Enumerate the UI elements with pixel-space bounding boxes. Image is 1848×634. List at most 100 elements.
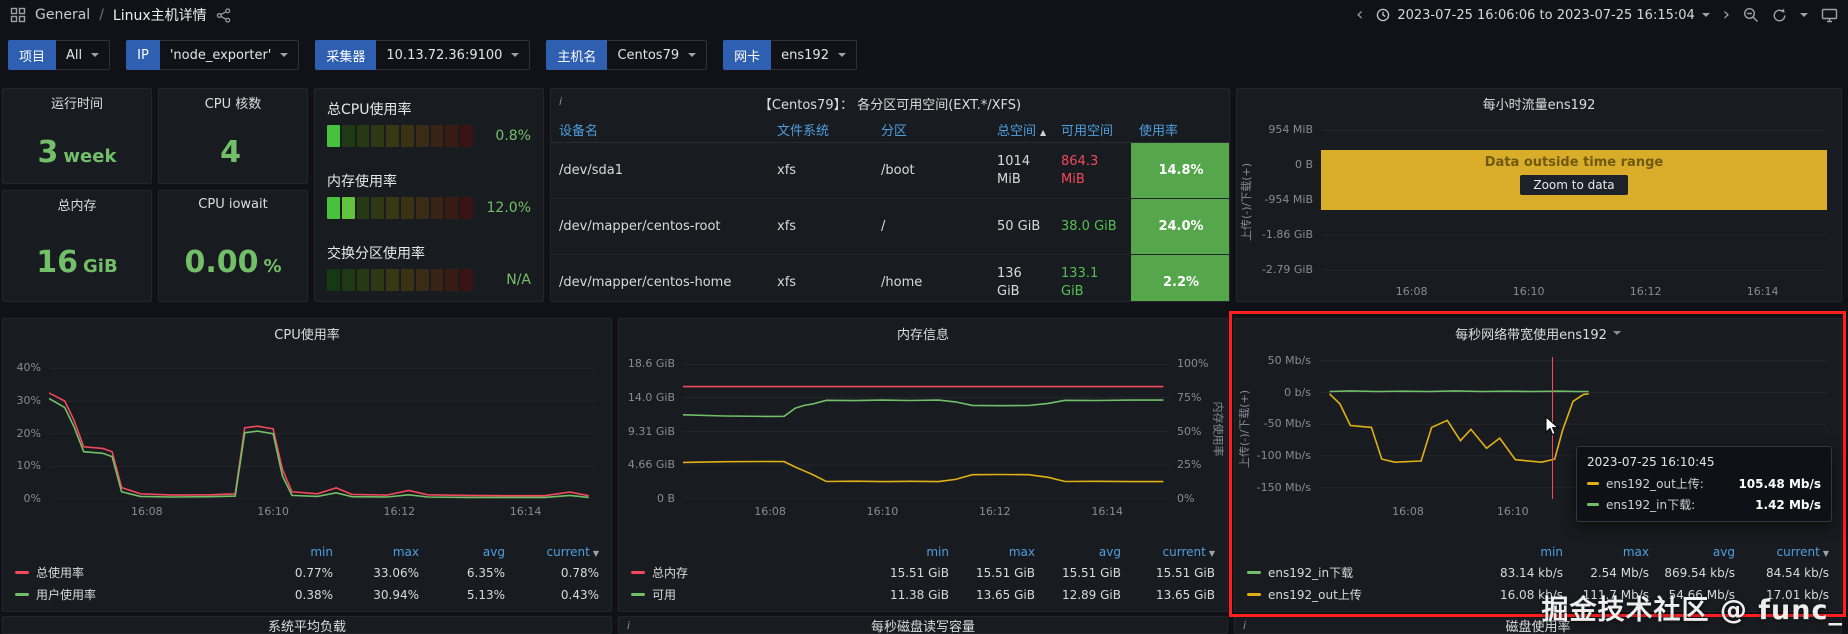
filter-value-text: Centos79: [617, 47, 680, 63]
panel-title[interactable]: CPU 核数: [159, 89, 307, 115]
chevron-down-icon: [511, 53, 520, 57]
filter-chip-3: 主机名 Centos79: [546, 40, 708, 70]
panel-title[interactable]: 总内存: [3, 191, 151, 217]
y-axis-tick: 954 MiB: [1268, 123, 1313, 137]
legend-series-toggle[interactable]: 可用: [631, 586, 863, 603]
chevron-left-icon[interactable]: ‹: [1356, 6, 1363, 24]
filter-value-dropdown[interactable]: ens192: [771, 40, 857, 70]
table-cell: 136 GiB: [989, 254, 1053, 301]
stat-value: 0.00%: [184, 245, 282, 280]
panel-title[interactable]: 系统平均负载: [3, 617, 611, 634]
table-column-header[interactable]: 使用率: [1131, 117, 1229, 143]
legend-sort-current[interactable]: current ▼: [1735, 545, 1829, 559]
legend-sort-max[interactable]: max: [333, 545, 419, 559]
table-column-header[interactable]: 可用空间: [1053, 117, 1131, 143]
legend-value: 83.14 kb/s: [1499, 565, 1563, 580]
y-axis-tick: 0 B: [656, 492, 675, 505]
legend-sort-max[interactable]: max: [1563, 545, 1649, 559]
share-icon[interactable]: [216, 7, 231, 23]
panel-title[interactable]: 内存信息: [619, 319, 1227, 347]
y-axis-tick: -150 Mb/s: [1256, 480, 1311, 494]
legend-sort-avg[interactable]: avg: [1035, 545, 1121, 559]
legend-sort-min[interactable]: min: [863, 545, 949, 559]
legend-series-toggle[interactable]: ens192_out上传: [1247, 586, 1477, 603]
series-color-icon: [1247, 593, 1261, 596]
panel-title[interactable]: 【Centos79】： 各分区可用空间(EXT.*/XFS): [551, 89, 1229, 117]
dashboards-grid-icon[interactable]: [10, 7, 26, 23]
kiosk-monitor-icon[interactable]: [1821, 8, 1838, 23]
legend-sort-max[interactable]: max: [949, 545, 1035, 559]
table-column-header[interactable]: 分区: [873, 117, 989, 143]
legend-sort-avg[interactable]: avg: [1649, 545, 1735, 559]
filter-chip-2: 采集器 10.13.72.36:9100: [315, 40, 531, 70]
x-axis-tick: 16:08: [1392, 505, 1424, 518]
x-axis-tick: 16:10: [1496, 505, 1529, 518]
time-range-picker[interactable]: 2023-07-25 16:06:06 to 2023-07-25 16:15:…: [1376, 8, 1710, 23]
panel-title[interactable]: 每秒磁盘读写容量: [619, 617, 1227, 634]
legend-sort-current[interactable]: current ▼: [505, 545, 599, 559]
y-axis-label: 上传(-)/下载(+): [1240, 162, 1253, 242]
bar-gauge: [327, 197, 473, 219]
panel-title[interactable]: CPU使用率: [3, 319, 611, 347]
filter-value-text: 10.13.72.36:9100: [386, 47, 503, 63]
series-color-icon: [15, 593, 29, 596]
y-axis-tick: 20%: [16, 426, 41, 440]
bar-gauge: [327, 125, 473, 147]
panel-title[interactable]: 每秒网络带宽使用ens192: [1235, 319, 1841, 347]
y-axis-tick: -50 Mb/s: [1263, 417, 1311, 431]
legend-series-toggle[interactable]: ens192_in下载: [1247, 564, 1477, 581]
y-axis-tick: 0%: [23, 492, 41, 505]
table-column-header[interactable]: 文件系统: [769, 117, 873, 143]
series-color-icon: [1587, 482, 1599, 485]
breadcrumb-folder[interactable]: General: [35, 7, 90, 23]
legend-series-toggle[interactable]: 总内存: [631, 564, 863, 581]
x-axis-tick: 16:10: [866, 505, 899, 518]
gauge-rows: 总CPU使用率 0.8% 内存使用率 12.0% 交换分区使用率 N/A: [327, 99, 531, 291]
y2-axis-tick: 50%: [1177, 424, 1202, 438]
breadcrumb-dashboard-title[interactable]: Linux主机详情: [113, 5, 207, 25]
table-column-header[interactable]: 设备名: [551, 117, 769, 143]
filter-value-text: 'node_exporter': [169, 47, 272, 63]
panel-title[interactable]: 每小时流量ens192: [1237, 89, 1841, 117]
legend-sort-avg[interactable]: avg: [419, 545, 505, 559]
memory-info-chart[interactable]: [683, 357, 1169, 499]
legend-value: 5.13%: [466, 587, 505, 602]
filter-value-dropdown[interactable]: 10.13.72.36:9100: [376, 40, 531, 70]
table-column-header[interactable]: 总空间 ▲: [989, 117, 1053, 143]
y-axis-tick: -954 MiB: [1264, 193, 1313, 207]
chevron-down-icon: [1612, 331, 1621, 335]
x-axis-tick: 16:08: [754, 505, 786, 518]
filter-chip-4: 网卡 ens192: [723, 40, 857, 70]
gauge-row: 交换分区使用率 N/A: [327, 243, 531, 291]
legend-sort-current[interactable]: current ▼: [1121, 545, 1215, 559]
legend-sort-min[interactable]: min: [247, 545, 333, 559]
refresh-icon[interactable]: [1772, 8, 1787, 23]
table-cell: /dev/sda1: [551, 142, 769, 199]
filter-value-dropdown[interactable]: All: [56, 40, 111, 70]
legend-series-toggle[interactable]: 用户使用率: [15, 586, 247, 603]
y-axis-label: 上传(-)/下载(+): [1238, 389, 1251, 469]
legend-value: 2.54 Mb/s: [1590, 565, 1649, 580]
panel-title[interactable]: CPU iowait: [159, 191, 307, 217]
panel-info-icon[interactable]: i: [627, 619, 630, 632]
series-color-icon: [15, 571, 29, 574]
panel-info-icon[interactable]: i: [559, 95, 562, 108]
filter-value-dropdown[interactable]: Centos79: [607, 40, 708, 70]
panel-info-icon[interactable]: i: [1243, 619, 1246, 632]
legend-sort-min[interactable]: min: [1477, 545, 1563, 559]
legend-value: 13.65 GiB: [1155, 587, 1215, 602]
zoom-out-icon[interactable]: [1743, 7, 1759, 23]
overlay-message: Data outside time range: [1484, 155, 1664, 170]
refresh-interval-dropdown[interactable]: [1800, 13, 1808, 17]
y2-axis-tick: 25%: [1177, 458, 1202, 472]
legend-series-toggle[interactable]: 总使用率: [15, 564, 247, 581]
legend-value: 84.54 kb/s: [1765, 565, 1829, 580]
x-axis-tick: 16:12: [1629, 285, 1662, 298]
cpu-usage-chart[interactable]: [49, 357, 595, 499]
panel-title[interactable]: 运行时间: [3, 89, 151, 115]
chevron-right-icon[interactable]: ›: [1723, 6, 1730, 24]
zoom-to-data-button[interactable]: Zoom to data: [1520, 175, 1628, 195]
legend-value: 15.51 GiB: [889, 565, 949, 580]
y-axis-tick: 40%: [16, 361, 41, 375]
filter-value-dropdown[interactable]: 'node_exporter': [159, 40, 300, 70]
